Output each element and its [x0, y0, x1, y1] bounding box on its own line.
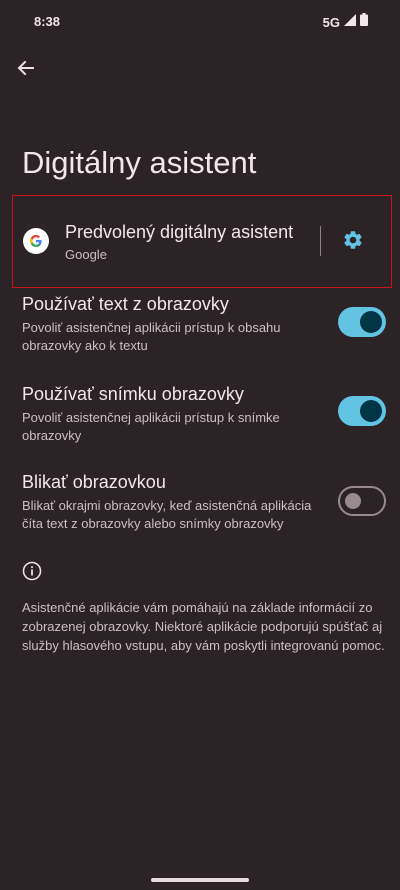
default-assistant-title: Predvolený digitálny asistent	[65, 222, 294, 242]
settings-screen: 8:38 5G Digitálny asistent Predvolený di…	[0, 0, 400, 890]
default-assistant-item[interactable]: Predvolený digitálny asistent Google	[12, 195, 392, 288]
use-screen-text-item[interactable]: Používať text z obrazovky Povoliť asiste…	[0, 294, 400, 358]
use-screenshot-title: Používať snímku obrazovky	[22, 384, 244, 404]
arrow-back-icon	[16, 58, 36, 83]
gear-icon	[342, 229, 364, 256]
footer-description: Asistenčné aplikácie vám pomáhajú na zák…	[22, 600, 385, 653]
info-icon	[22, 561, 42, 581]
status-time: 8:38	[34, 14, 61, 29]
flash-screen-title: Blikať obrazovkou	[22, 472, 166, 492]
google-logo	[23, 228, 49, 254]
status-bar: 8:38 5G	[0, 0, 400, 44]
use-screen-text-toggle[interactable]	[338, 307, 386, 337]
use-screen-text-summary: Povoliť asistenčnej aplikácii prístup k …	[22, 320, 281, 353]
default-assistant-value: Google	[65, 247, 107, 262]
vertical-divider	[320, 226, 321, 256]
flash-screen-summary: Blikať okrajmi obrazovky, keď asistenčná…	[22, 498, 312, 531]
toggle-thumb	[360, 400, 382, 422]
network-type: 5G	[322, 14, 340, 30]
flash-screen-toggle[interactable]	[338, 486, 386, 516]
status-indicators: 5G	[323, 13, 368, 31]
gesture-nav-handle[interactable]	[151, 878, 249, 882]
use-screenshot-item[interactable]: Používať snímku obrazovky Povoliť asiste…	[0, 384, 400, 448]
flash-screen-item[interactable]: Blikať obrazovkou Blikať okrajmi obrazov…	[0, 472, 400, 536]
use-screen-text-title: Používať text z obrazovky	[22, 294, 229, 314]
toggle-thumb	[360, 311, 382, 333]
signal-icon	[344, 13, 356, 31]
use-screenshot-summary: Povoliť asistenčnej aplikácii prístup k …	[22, 410, 280, 443]
assistant-settings-button[interactable]	[340, 229, 366, 255]
battery-icon	[360, 13, 368, 31]
page-title: Digitálny asistent	[22, 145, 257, 180]
toggle-thumb	[345, 493, 361, 509]
back-button[interactable]	[10, 54, 42, 86]
use-screenshot-toggle[interactable]	[338, 396, 386, 426]
